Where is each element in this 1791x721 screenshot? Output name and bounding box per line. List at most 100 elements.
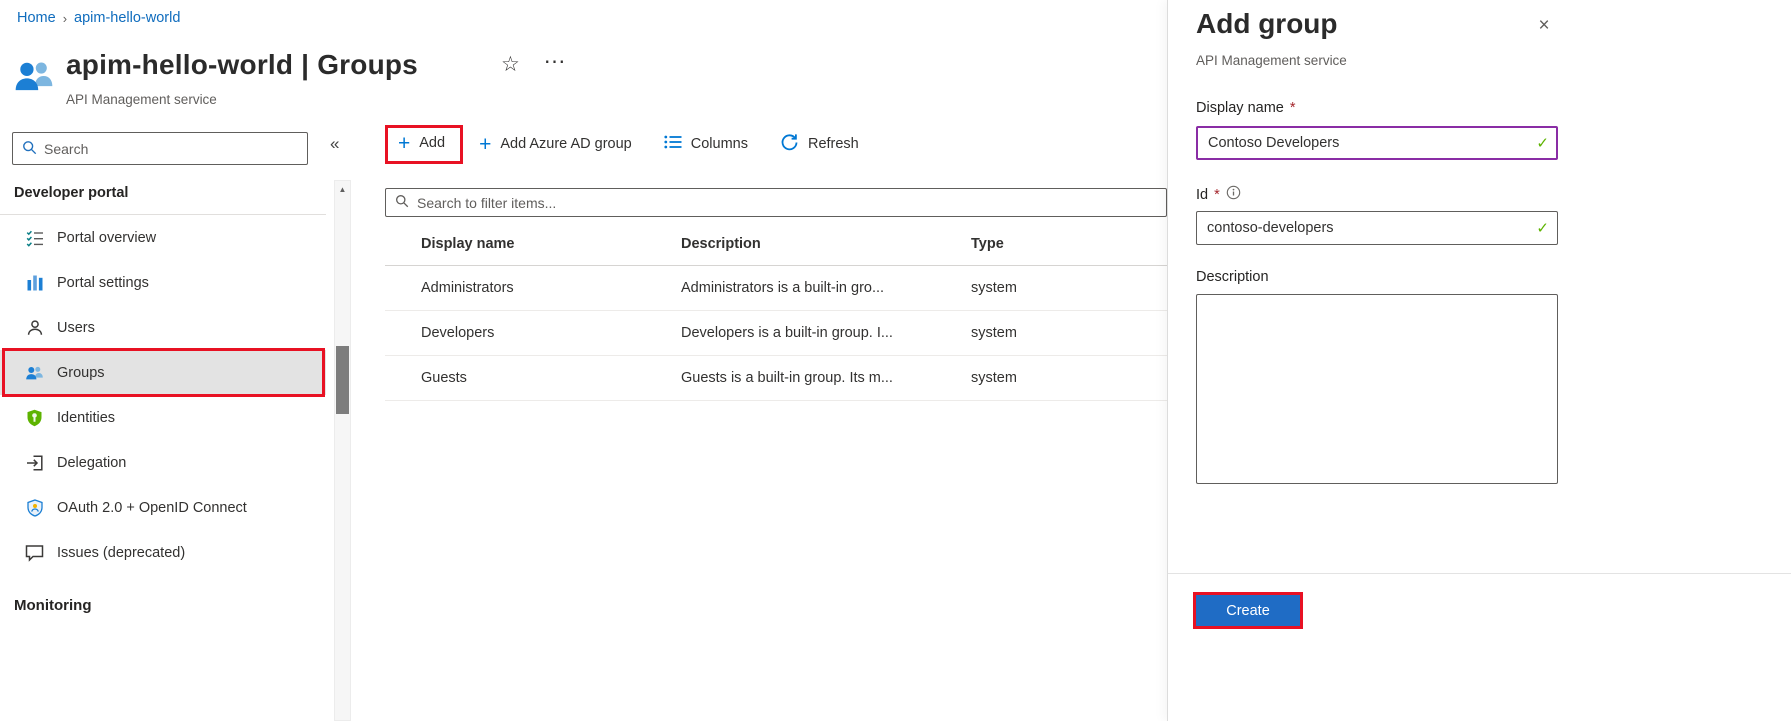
more-options-icon[interactable]: … [543, 42, 567, 69]
refresh-icon [780, 133, 799, 156]
sidebar-item-label: Portal overview [57, 230, 156, 246]
valid-check-icon: ✓ [1536, 219, 1549, 237]
refresh-button-label: Refresh [808, 136, 859, 152]
filter-search-input[interactable] [417, 195, 1157, 211]
sidebar-section-developer-portal: Developer portal [0, 185, 326, 215]
panel-subtitle: API Management service [1196, 53, 1347, 68]
delegation-icon [25, 453, 44, 472]
breadcrumb-current-link[interactable]: apim-hello-world [74, 10, 180, 26]
sidebar-scroll-column: « ▲ [326, 118, 360, 721]
table-row-guests[interactable]: Guests Guests is a built-in group. Its m… [385, 356, 1167, 401]
required-asterisk: * [1290, 100, 1296, 116]
plus-icon: + [398, 133, 410, 154]
sidebar-section-monitoring: Monitoring [0, 575, 326, 614]
page-subtitle: API Management service [66, 92, 217, 107]
add-button-label: Add [419, 135, 445, 151]
portal-settings-icon [25, 273, 44, 292]
required-asterisk: * [1214, 187, 1220, 203]
display-name-label-text: Display name [1196, 100, 1284, 116]
speech-bubble-icon [25, 543, 44, 562]
cell-description: Administrators is a built-in gro... [681, 280, 971, 296]
sidebar-item-oauth[interactable]: OAuth 2.0 + OpenID Connect [0, 485, 326, 530]
display-name-input[interactable] [1196, 126, 1558, 160]
cell-type: system [971, 280, 1167, 296]
columns-icon [664, 135, 682, 153]
add-group-panel: Add group × API Management service Displ… [1167, 0, 1791, 721]
cell-type: system [971, 370, 1167, 386]
description-label-text: Description [1196, 269, 1269, 285]
cell-description: Developers is a built-in group. I... [681, 325, 971, 341]
scrollbar-thumb[interactable] [336, 346, 349, 414]
column-header-description: Description [681, 236, 971, 252]
scrollbar-track[interactable]: ▲ [334, 180, 351, 721]
sidebar-item-label: Groups [57, 365, 105, 381]
table-row-developers[interactable]: Developers Developers is a built-in grou… [385, 311, 1167, 356]
cell-display-name: Administrators [385, 280, 681, 296]
portal-overview-icon [25, 228, 44, 247]
sidebar-item-label: Issues (deprecated) [57, 545, 185, 561]
groups-table: Display name Description Type Administra… [385, 222, 1167, 401]
add-azure-ad-group-label: Add Azure AD group [500, 136, 631, 152]
sidebar-item-label: Portal settings [57, 275, 149, 291]
filter-search-box[interactable] [385, 188, 1167, 217]
breadcrumb: Home › apim-hello-world [17, 10, 180, 26]
sidebar-item-delegation[interactable]: Delegation [0, 440, 326, 485]
add-button-annotation: + Add [385, 125, 463, 164]
id-label-text: Id [1196, 187, 1208, 203]
info-icon[interactable] [1226, 185, 1241, 204]
sidebar-item-groups[interactable]: Groups [0, 350, 326, 395]
sidebar: Developer portal Portal overview [0, 118, 326, 721]
sidebar-item-identities[interactable]: Identities [0, 395, 326, 440]
sidebar-item-label: OAuth 2.0 + OpenID Connect [57, 500, 247, 516]
description-label: Description [1196, 269, 1269, 285]
add-azure-ad-group-button[interactable]: + Add Azure AD group [479, 134, 632, 155]
sidebar-item-portal-settings[interactable]: Portal settings [0, 260, 326, 305]
add-button[interactable]: + Add [398, 133, 445, 154]
page-title: apim-hello-world | Groups [66, 49, 418, 81]
sidebar-nav: Developer portal Portal overview [0, 185, 326, 614]
panel-footer-divider [1168, 573, 1791, 574]
breadcrumb-separator: › [63, 11, 67, 26]
panel-title: Add group [1196, 8, 1338, 40]
display-name-field: ✓ [1196, 126, 1558, 160]
identities-shield-icon [25, 408, 44, 427]
sidebar-search-box[interactable] [12, 132, 308, 165]
close-icon[interactable]: × [1532, 14, 1556, 38]
command-bar: + Add + Add Azure AD group Columns [385, 118, 1167, 170]
sidebar-item-label: Delegation [57, 455, 126, 471]
cell-display-name: Developers [385, 325, 681, 341]
sidebar-search-input[interactable] [44, 141, 298, 157]
scrollbar-up-arrow-icon[interactable]: ▲ [335, 181, 350, 194]
users-icon [25, 318, 44, 337]
columns-button[interactable]: Columns [664, 135, 748, 153]
search-icon [395, 194, 409, 211]
column-header-display-name: Display name [385, 236, 681, 252]
table-row-administrators[interactable]: Administrators Administrators is a built… [385, 266, 1167, 311]
sidebar-item-portal-overview[interactable]: Portal overview [0, 215, 326, 260]
cell-type: system [971, 325, 1167, 341]
groups-icon [25, 363, 44, 382]
valid-check-icon: ✓ [1536, 134, 1549, 152]
cell-display-name: Guests [385, 370, 681, 386]
sidebar-item-label: Identities [57, 410, 115, 426]
columns-button-label: Columns [691, 136, 748, 152]
create-button-annotation: Create [1193, 592, 1303, 629]
id-input[interactable] [1196, 211, 1558, 245]
display-name-label: Display name * [1196, 100, 1296, 116]
refresh-button[interactable]: Refresh [780, 133, 859, 156]
sidebar-collapse-button[interactable]: « [326, 134, 360, 154]
groups-page-icon [13, 56, 55, 99]
sidebar-item-label: Users [57, 320, 95, 336]
sidebar-item-users[interactable]: Users [0, 305, 326, 350]
id-field: ✓ [1196, 211, 1558, 245]
azure-portal-groups-page: { "breadcrumb": { "home": "Home", "separ… [0, 0, 1791, 721]
breadcrumb-home-link[interactable]: Home [17, 10, 56, 26]
main-content: + Add + Add Azure AD group Columns [385, 118, 1167, 721]
sidebar-item-issues[interactable]: Issues (deprecated) [0, 530, 326, 575]
favorite-star-icon[interactable]: ☆ [501, 52, 520, 77]
oauth-badge-icon [25, 498, 44, 517]
create-button[interactable]: Create [1196, 595, 1300, 626]
column-header-type: Type [971, 236, 1167, 252]
table-header-row: Display name Description Type [385, 222, 1167, 266]
description-textarea[interactable] [1196, 294, 1558, 484]
